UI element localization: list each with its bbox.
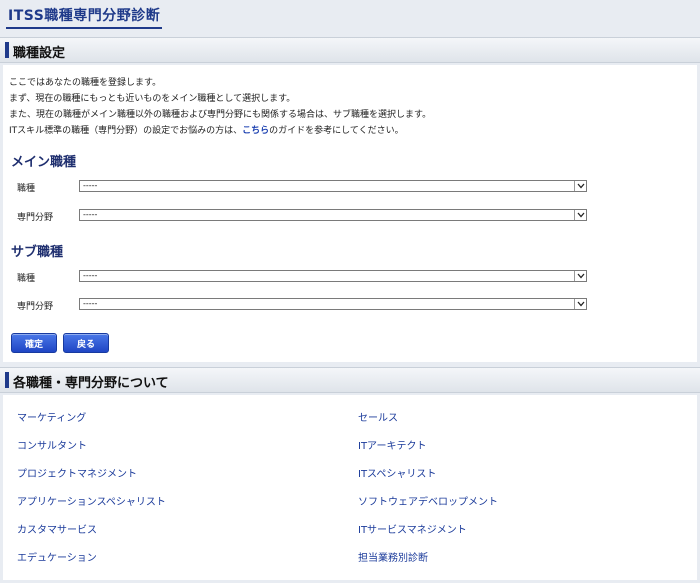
link-it-architect[interactable]: ITアーキテクト — [358, 437, 426, 452]
link-it-specialist[interactable]: ITスペシャリスト — [358, 465, 436, 480]
select-value: ----- — [83, 299, 98, 308]
link-application-specialist[interactable]: アプリケーションスペシャリスト — [17, 493, 166, 508]
section-header-job-settings: 職種設定 — [0, 37, 700, 63]
link-it-service-management[interactable]: ITサービスマネジメント — [358, 521, 467, 536]
intro-line: また、現在の職種がメイン職種以外の職種および専門分野にも関係する場合は、サブ職種… — [9, 110, 432, 120]
about-panel: マーケティング コンサルタント プロジェクトマネジメント アプリケーションスペシ… — [3, 395, 697, 580]
sub-field-label: 専門分野 — [17, 302, 54, 312]
link-software-development[interactable]: ソフトウェアデベロップメント — [358, 493, 498, 508]
chevron-down-icon — [574, 181, 586, 191]
intro-text: ここではあなたの職種を登録します。 まず、現在の職種にもっとも近いものをメイン職… — [9, 75, 431, 139]
section-title: 各職種・専門分野について — [13, 376, 169, 391]
main-field-label: 専門分野 — [17, 213, 54, 223]
guide-link[interactable]: こちら — [242, 126, 269, 136]
confirm-button[interactable]: 確定 — [11, 333, 57, 353]
chevron-down-icon — [574, 271, 586, 281]
link-sales[interactable]: セールス — [358, 409, 398, 424]
select-value: ----- — [83, 271, 98, 280]
intro-text-segment: のガイドを参考にしてください。 — [269, 126, 404, 136]
sub-job-select[interactable]: ----- — [79, 270, 587, 282]
sub-job-label: 職種 — [17, 274, 36, 284]
section-marker — [5, 372, 9, 388]
intro-text-segment: ITスキル標準の職種（専門分野）の設定でお悩みの方は、 — [9, 126, 243, 136]
intro-line: まず、現在の職種にもっとも近いものをメイン職種として選択します。 — [9, 94, 296, 104]
job-settings-panel: ここではあなたの職種を登録します。 まず、現在の職種にもっとも近いものをメイン職… — [3, 65, 697, 362]
select-value: ----- — [83, 181, 98, 190]
sub-job-title: サブ職種 — [11, 245, 64, 260]
intro-line: ITスキル標準の職種（専門分野）の設定でお悩みの方は、こちらのガイドを参考にして… — [9, 123, 431, 139]
select-value: ----- — [83, 210, 98, 219]
sub-field-select[interactable]: ----- — [79, 298, 587, 310]
link-task-diagnosis[interactable]: 担当業務別診断 — [358, 549, 428, 564]
link-marketing[interactable]: マーケティング — [17, 409, 86, 424]
section-header-about: 各職種・専門分野について — [0, 367, 700, 393]
link-consultant[interactable]: コンサルタント — [17, 437, 87, 452]
section-marker — [5, 42, 9, 58]
main-job-select[interactable]: ----- — [79, 180, 587, 192]
back-button[interactable]: 戻る — [63, 333, 109, 353]
intro-line: ここではあなたの職種を登録します。 — [9, 78, 162, 88]
link-customer-service[interactable]: カスタマサービス — [17, 521, 97, 536]
main-job-label: 職種 — [17, 184, 36, 194]
chevron-down-icon — [574, 210, 586, 220]
link-project-management[interactable]: プロジェクトマネジメント — [17, 465, 137, 480]
link-education[interactable]: エデュケーション — [17, 549, 97, 564]
section-title: 職種設定 — [13, 46, 66, 61]
main-field-select[interactable]: ----- — [79, 209, 587, 221]
chevron-down-icon — [574, 299, 586, 309]
main-job-title: メイン職種 — [11, 155, 77, 170]
app-title: ITSS職種専門分野診断 — [6, 5, 163, 29]
